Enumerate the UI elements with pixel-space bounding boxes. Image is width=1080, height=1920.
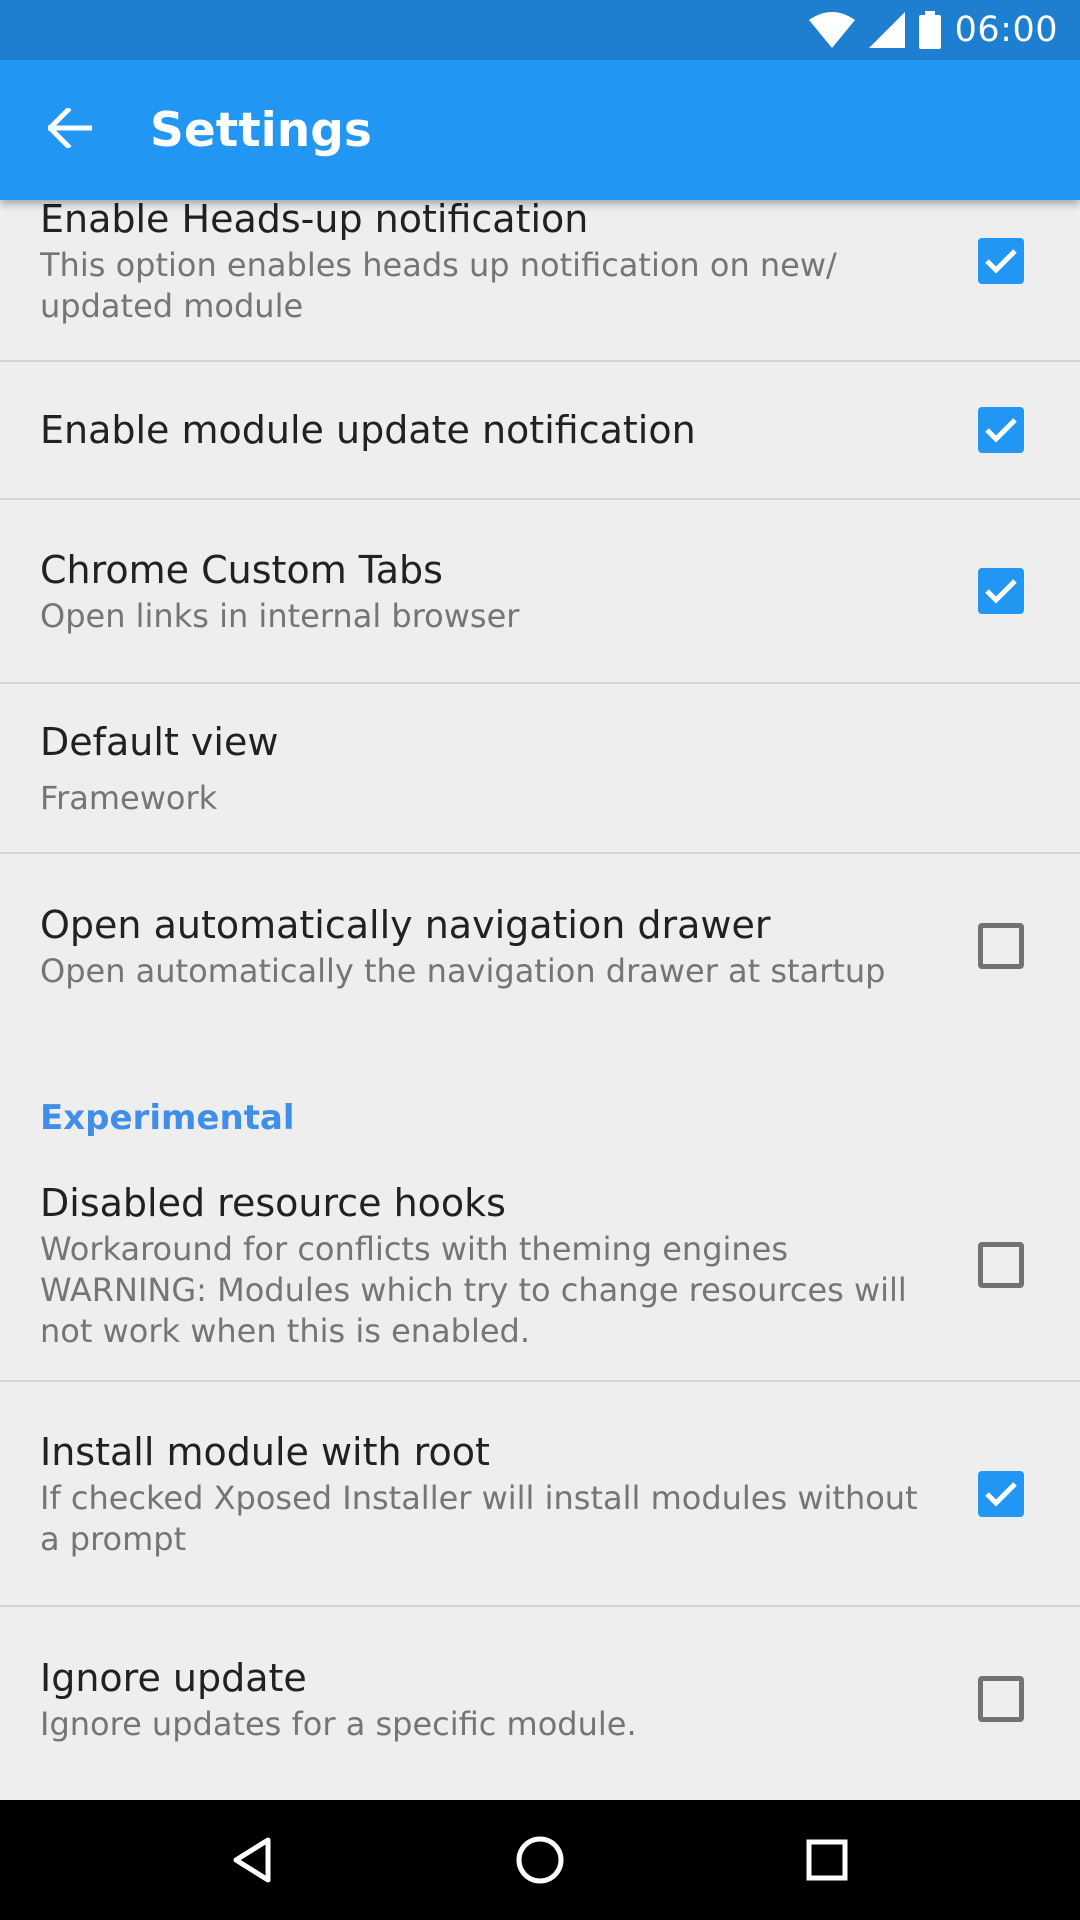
clock: 06:00	[954, 10, 1058, 50]
check-icon	[985, 249, 1017, 274]
pref-title: Open automatically navigation drawer	[40, 902, 771, 947]
nav-recents-button[interactable]	[767, 1800, 887, 1920]
system-nav-bar	[0, 1800, 1080, 1920]
pref-summary: This option enables heads up notificatio…	[40, 246, 837, 325]
pref-title: Install module with root	[40, 1429, 490, 1474]
status-bar: 06:00	[0, 0, 1080, 60]
pref-title: Chrome Custom Tabs	[40, 547, 443, 592]
pref-title: Enable Heads-up notification	[40, 200, 589, 241]
settings-screen: 06:00 Settings Enable Heads-up notificat…	[0, 0, 1080, 1920]
nav-home-button[interactable]	[480, 1800, 600, 1920]
arrow-back-icon	[46, 106, 93, 152]
pref-summary: Open links in internal browser	[40, 596, 520, 635]
pref-module-update-notification[interactable]: Enable module update notification	[0, 362, 1080, 500]
pref-title: Disabled resource hooks	[40, 1180, 506, 1225]
checkbox-unchecked[interactable]	[978, 923, 1024, 969]
pref-open-navigation-drawer[interactable]: Open automatically navigation drawer Ope…	[0, 854, 1080, 1038]
pref-chrome-custom-tabs[interactable]: Chrome Custom Tabs Open links in interna…	[0, 500, 1080, 684]
pref-title: Default view	[40, 719, 279, 764]
recents-square-icon	[806, 1839, 848, 1881]
pref-default-view[interactable]: Default view Framework	[0, 684, 1080, 854]
pref-summary: Workaround for conflicts with theming en…	[40, 1229, 907, 1350]
checkbox-unchecked[interactable]	[978, 1676, 1024, 1722]
pref-summary: Ignore updates for a specific module.	[40, 1704, 637, 1743]
back-button[interactable]	[0, 60, 140, 200]
wifi-icon	[808, 12, 855, 48]
home-circle-icon	[516, 1836, 564, 1884]
pref-ignore-update[interactable]: Ignore update Ignore updates for a speci…	[0, 1607, 1080, 1791]
pref-heads-up-notification[interactable]: Enable Heads-up notification This option…	[0, 200, 1080, 362]
app-bar: Settings	[0, 60, 1080, 200]
pref-summary: If checked Xposed Installer will install…	[40, 1478, 918, 1558]
pref-summary: Framework	[40, 778, 218, 817]
cell-signal-icon	[868, 12, 905, 48]
pref-title: Ignore update	[40, 1655, 307, 1700]
pref-summary: Open automatically the navigation drawer…	[40, 951, 886, 990]
settings-list[interactable]: Enable Heads-up notification This option…	[0, 200, 1080, 1800]
pref-disabled-resource-hooks[interactable]: Disabled resource hooks Workaround for c…	[0, 1150, 1080, 1382]
check-icon	[985, 1481, 1017, 1507]
check-icon	[985, 418, 1017, 443]
checkbox-checked[interactable]	[978, 407, 1024, 453]
checkbox-unchecked[interactable]	[978, 1242, 1024, 1288]
pref-install-module-with-root[interactable]: Install module with root If checked Xpos…	[0, 1382, 1080, 1607]
checkbox-checked[interactable]	[978, 568, 1024, 614]
checkbox-checked[interactable]	[978, 238, 1024, 284]
checkbox-checked[interactable]	[978, 1470, 1024, 1517]
check-icon	[985, 579, 1017, 604]
nav-back-button[interactable]	[193, 1800, 313, 1920]
pref-title: Enable module update notification	[40, 408, 696, 452]
battery-icon	[918, 11, 941, 49]
category-header-experimental: Experimental	[40, 1098, 295, 1138]
back-triangle-icon	[233, 1837, 271, 1883]
page-title: Settings	[150, 102, 372, 158]
